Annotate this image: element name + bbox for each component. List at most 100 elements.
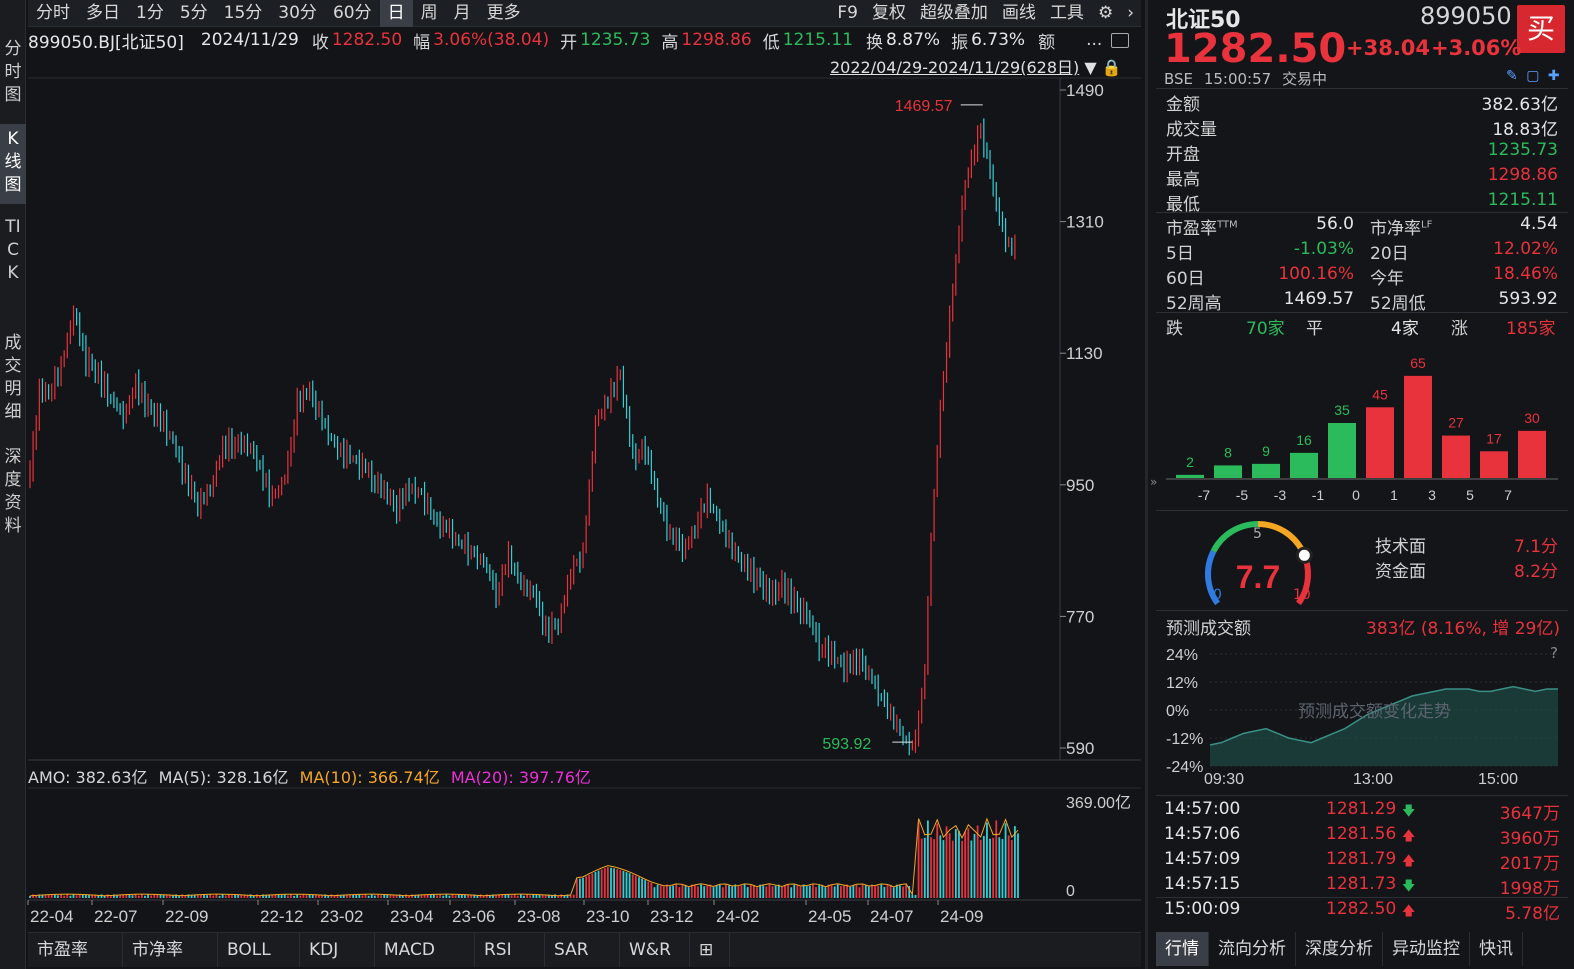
tech-label: 技术面 <box>1375 537 1426 557</box>
x-tick-label: 23-10 <box>586 907 629 926</box>
dist-tick-label: -5 <box>1236 487 1249 503</box>
indicator-tab[interactable]: SAR <box>545 933 620 967</box>
price-change-pct: +3.06% <box>1431 36 1522 60</box>
stat2-label: 今年 <box>1370 269 1404 289</box>
price-tick-label: 1490 <box>1066 81 1104 100</box>
stat-row: 开盘 1235.73 <box>1166 140 1558 165</box>
arrow-down-icon: 🡇 <box>1402 804 1416 819</box>
stat-label: 成交量 <box>1166 120 1217 140</box>
gauge-knob <box>1295 546 1313 564</box>
dist-bar <box>1176 474 1204 478</box>
tick-volume: 5.78亿 <box>1505 904 1560 924</box>
window-icon[interactable]: ▢ <box>1526 68 1539 84</box>
tick-price: 1281.56 <box>1326 824 1397 844</box>
arrow-down-icon: 🡇 <box>1402 879 1416 894</box>
sidebar-tab[interactable]: 行情 <box>1156 932 1209 966</box>
indicator-tab[interactable]: BOLL <box>218 933 300 967</box>
forecast-y-tick: 24% <box>1166 647 1198 664</box>
forecast-y-tick: 12% <box>1166 675 1198 692</box>
buy-button[interactable]: 买 <box>1517 5 1565 53</box>
x-tick-label: 22-07 <box>94 907 137 926</box>
indicator-tab[interactable]: 市盈率 <box>28 933 123 967</box>
indicator-tabs: 市盈率 市净率 BOLL KDJ MACD RSI SAR W&R ⊞ <box>28 932 1141 967</box>
stat2-value: -1.03% <box>1293 239 1354 259</box>
tick-time: 14:57:09 <box>1164 849 1241 869</box>
fund-score: 8.2分 <box>1514 562 1559 582</box>
high-annotation: 1469.57 <box>895 98 953 115</box>
trading-status: 交易中 <box>1281 70 1327 88</box>
gauge-mid: 5 <box>1253 526 1262 542</box>
indicator-tab[interactable]: RSI <box>475 933 545 967</box>
stat-label: 开盘 <box>1166 145 1200 165</box>
x-tick-label: 23-12 <box>650 907 693 926</box>
dist-bar <box>1518 430 1546 478</box>
down-count: 70家 <box>1246 319 1285 339</box>
stat2-left: 52周高 1469.57 <box>1166 289 1354 314</box>
dist-bar-label: 17 <box>1486 430 1502 446</box>
forecast-y-tick: -12% <box>1166 731 1203 748</box>
sidebar-tab[interactable]: 流向分析 <box>1209 932 1296 966</box>
help-icon: ? <box>1550 644 1558 662</box>
stat-label: 最高 <box>1166 170 1200 190</box>
x-tick-label: 23-06 <box>452 907 495 926</box>
stat2-value: 4.54 <box>1520 214 1558 234</box>
stat2-value: 56.0 <box>1316 214 1354 234</box>
dist-tick-label: -7 <box>1198 487 1211 503</box>
dist-bar-label: 30 <box>1524 410 1540 426</box>
indicator-tab[interactable]: KDJ <box>300 933 375 967</box>
tick-price: 1281.79 <box>1326 849 1397 869</box>
indicator-tab[interactable]: MACD <box>375 933 475 967</box>
stat2-value: 100.16% <box>1278 264 1354 284</box>
x-tick-label: 24-09 <box>940 907 983 926</box>
exchange: BSE <box>1164 70 1194 88</box>
forecast-x-tick: 09:30 <box>1204 771 1244 788</box>
gauge-arc <box>1257 521 1306 553</box>
last-price: 1282.50 <box>1164 26 1347 72</box>
ma20-value: 397.76亿 <box>518 768 591 787</box>
x-tick-label: 22-09 <box>165 907 208 926</box>
stat2-label: 52周高 <box>1166 294 1222 314</box>
sidebar-tab[interactable]: 深度分析 <box>1296 932 1383 966</box>
x-tick-label: 24-05 <box>808 907 851 926</box>
indicator-tab[interactable]: W&R <box>620 933 690 967</box>
dist-bar <box>1290 452 1318 478</box>
stat-label: 金额 <box>1166 95 1200 115</box>
stat2-value: 12.02% <box>1493 239 1558 259</box>
collapse-arrow-icon: » <box>1150 475 1157 489</box>
tick-price: 1281.73 <box>1326 874 1397 894</box>
indicator-tab[interactable]: 市净率 <box>123 933 218 967</box>
edit-icon[interactable]: ✎ <box>1506 68 1518 84</box>
tick-price: 1282.50 <box>1326 899 1397 919</box>
forecast-x-tick: 13:00 <box>1353 771 1393 788</box>
stat2-label: 市盈率 <box>1166 219 1217 239</box>
sidebar-tab[interactable]: 快讯 <box>1470 932 1523 966</box>
arrow-up-icon: 🡅 <box>1402 904 1416 919</box>
x-tick-label: 22-12 <box>260 907 303 926</box>
dist-tick-label: 3 <box>1428 487 1436 503</box>
sidebar-tab[interactable]: 异动监控 <box>1383 932 1470 966</box>
kline-chart[interactable]: 1490 1310 1130 950 770 590 1469.57 593.92 369.00… <box>0 0 1145 932</box>
stat-row: 金额 382.63亿 <box>1166 90 1558 115</box>
dist-bar-label: 8 <box>1224 444 1232 460</box>
x-tick-label: 23-04 <box>390 907 433 926</box>
forecast-x-tick: 15:00 <box>1478 771 1518 788</box>
down-label: 跌 <box>1166 319 1183 339</box>
dist-tick-label: 5 <box>1466 487 1474 503</box>
dist-bar-label: 16 <box>1296 432 1312 448</box>
market-breadth: 跌 70家 平 4家 涨 185家 <box>1166 314 1566 339</box>
stat-value: 1235.73 <box>1487 140 1558 160</box>
add-icon[interactable]: ✚ <box>1548 68 1560 84</box>
price-tick-label: 770 <box>1066 607 1094 626</box>
dist-tick-label: -1 <box>1312 487 1325 503</box>
exchange-label: BSE 15:00:57 交易中 <box>1164 68 1327 89</box>
dist-tick-label: 1 <box>1390 487 1398 503</box>
tick-time: 14:57:06 <box>1164 824 1241 844</box>
stat2-label: 市净率 <box>1370 219 1421 239</box>
amo-value: 382.63亿 <box>75 768 148 787</box>
dist-tick-label: -3 <box>1274 487 1287 503</box>
stat2-right: 今年 18.46% <box>1370 264 1558 289</box>
score-gauge: 7.7 0 5 10 <box>1205 521 1313 606</box>
tick-volume: 1998万 <box>1499 879 1560 899</box>
add-indicator-icon[interactable]: ⊞ <box>690 933 730 967</box>
stat2-left: 60日 100.16% <box>1166 264 1354 289</box>
